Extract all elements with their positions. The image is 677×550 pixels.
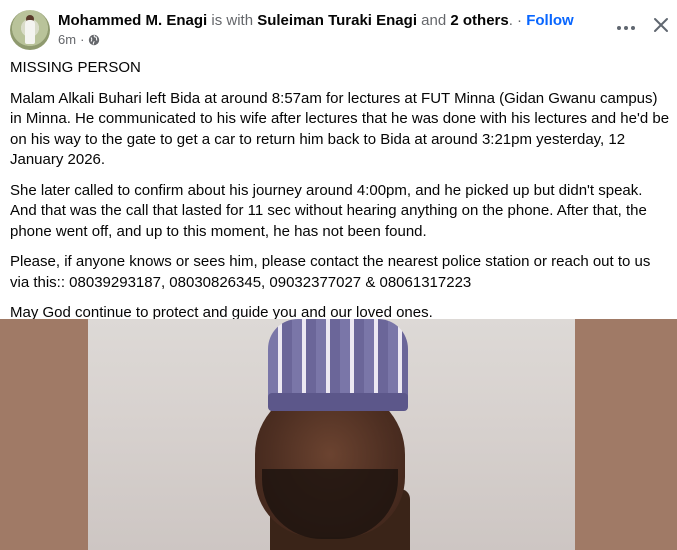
follow-button[interactable]: Follow: [526, 12, 574, 29]
author-avatar[interactable]: [10, 10, 50, 50]
post-paragraph: Please, if anyone knows or sees him, ple…: [10, 253, 651, 291]
avatar-figure: [25, 20, 35, 44]
post-time[interactable]: 6m: [58, 32, 76, 48]
post-paragraph: Malam Alkali Buhari left Bida at around …: [10, 89, 670, 169]
author-name[interactable]: Mohammed M. Enagi: [58, 12, 207, 29]
globe-icon: [89, 34, 100, 46]
post-paragraph: She later called to confirm about his jo…: [10, 181, 647, 240]
post-photo[interactable]: [0, 319, 677, 550]
meta-dot: ·: [80, 32, 85, 47]
separator-dot: . ·: [508, 12, 523, 29]
post-paragraph: MISSING PERSON: [10, 59, 141, 76]
more-options-icon[interactable]: [612, 18, 640, 38]
photo-cap-band: [268, 393, 408, 411]
close-icon[interactable]: [650, 14, 672, 36]
post-header: Mohammed M. Enagi is with Suleiman Turak…: [0, 0, 677, 56]
others-link[interactable]: 2 others: [450, 12, 508, 29]
with-text: is with: [211, 12, 254, 29]
tagged-person[interactable]: Suleiman Turaki Enagi: [257, 12, 417, 29]
and-text: and: [421, 12, 447, 29]
post-body: MISSING PERSON Malam Alkali Buhari left …: [10, 58, 670, 334]
post-meta: 6m ·: [58, 32, 100, 48]
post-header-line: Mohammed M. Enagi is with Suleiman Turak…: [58, 11, 574, 30]
